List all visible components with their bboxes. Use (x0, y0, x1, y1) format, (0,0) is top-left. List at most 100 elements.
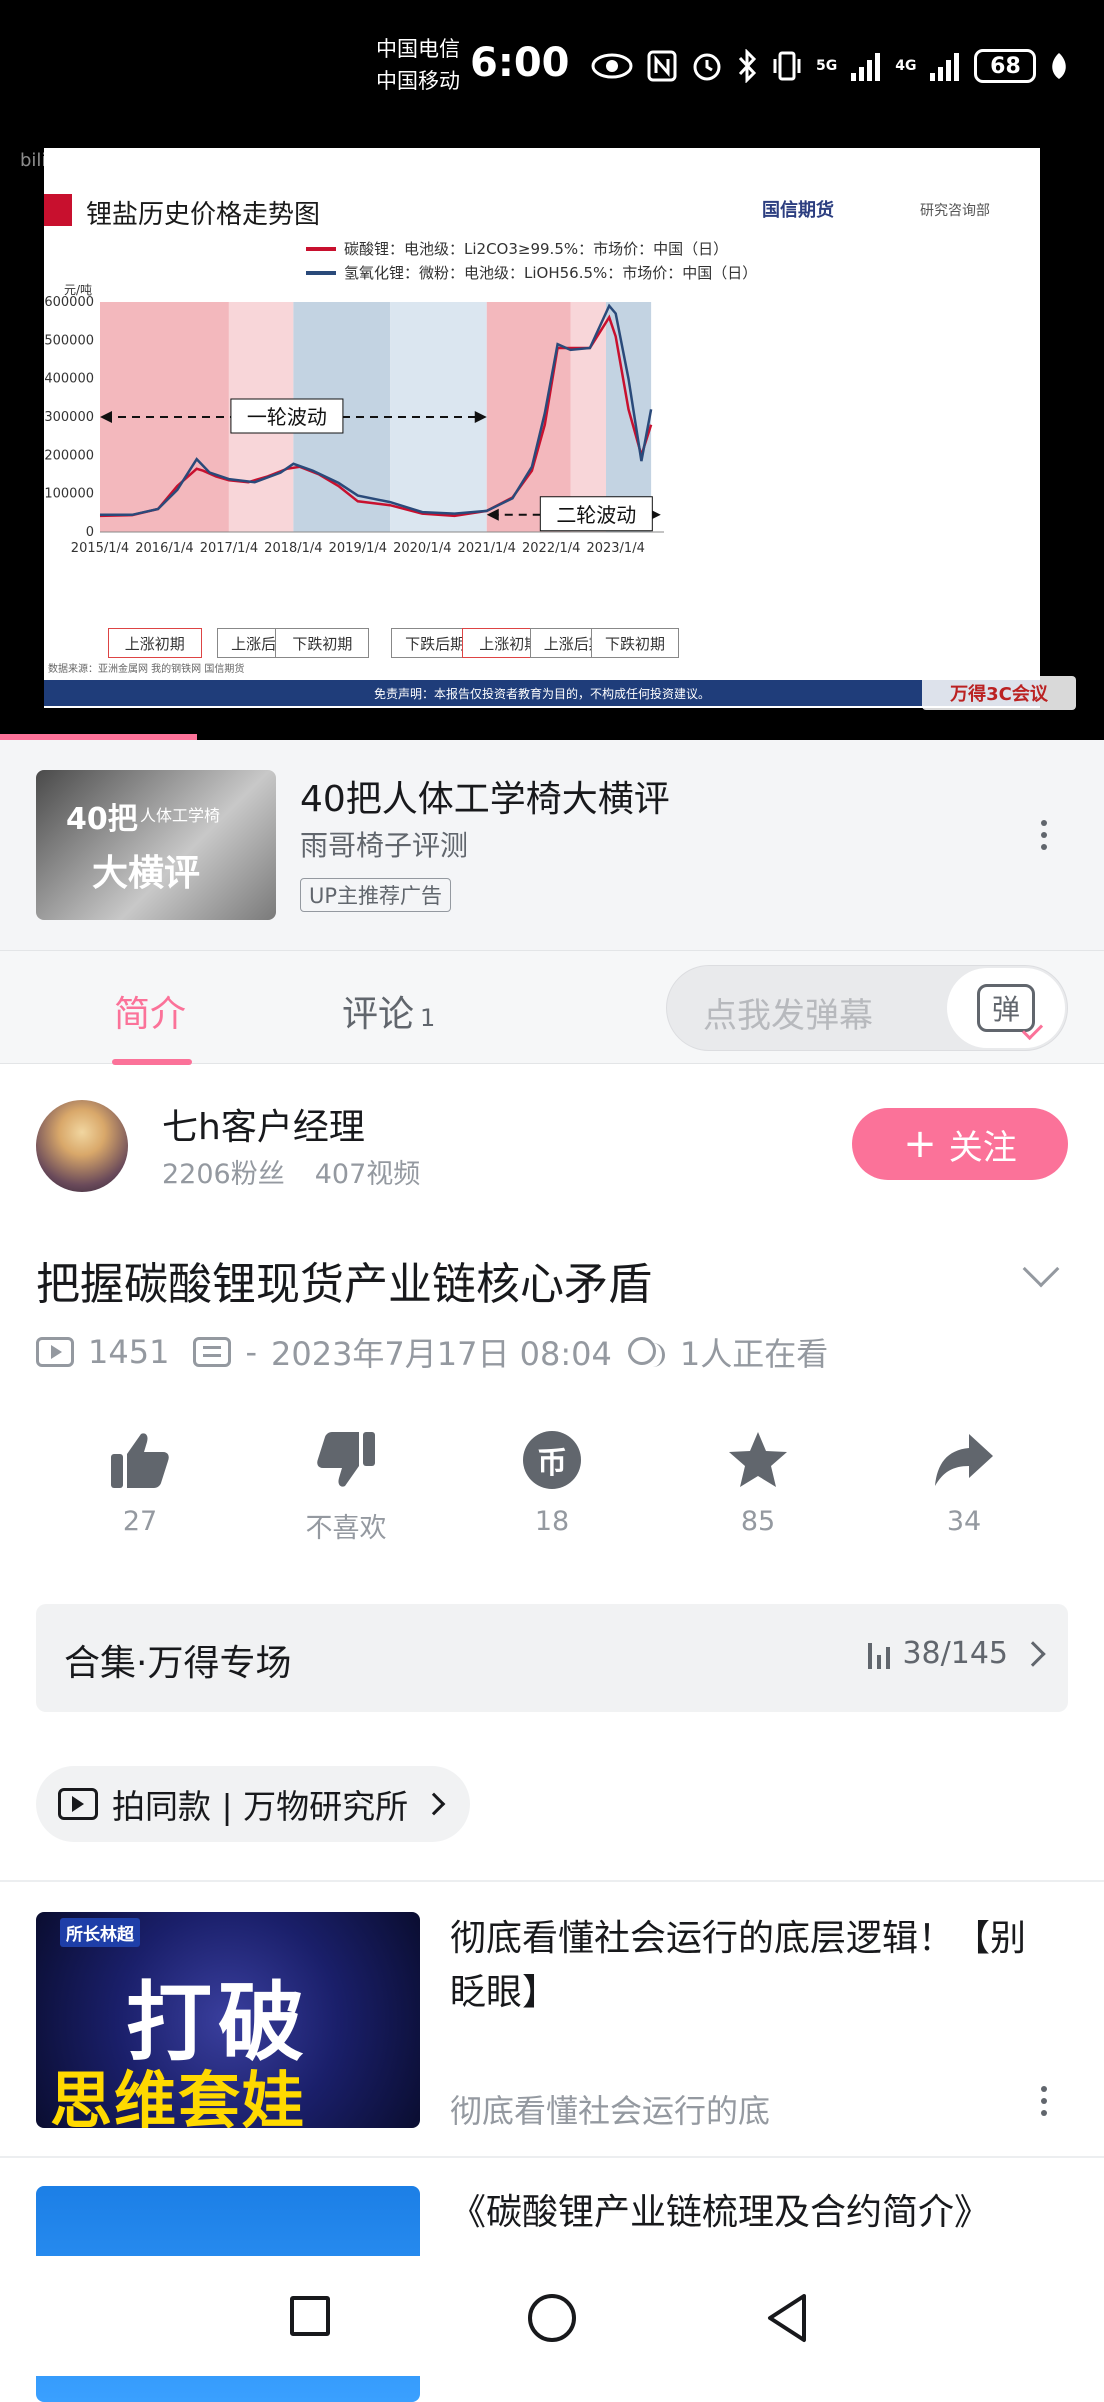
dislike-label: 不喜欢 (305, 1513, 387, 1544)
share-icon (932, 1428, 996, 1492)
like-button[interactable]: 27 (70, 1428, 210, 1537)
collection-progress: 38/145 (868, 1636, 1046, 1671)
signal-5g-label: 5G (816, 58, 838, 74)
status-icons: 5G 4G 68 (590, 46, 1070, 86)
thumb-channel-tag: 所长林超 (60, 1918, 140, 1947)
uploader-name[interactable]: 七h客户经理 (162, 1098, 365, 1150)
tab-intro[interactable]: 简介 (114, 985, 186, 1037)
viewers-icon (626, 1335, 666, 1369)
recent-apps-icon[interactable] (290, 2296, 330, 2336)
phase-label: 上涨初期 (107, 628, 202, 658)
company-dept: 研究咨询部 (920, 203, 990, 219)
signal-4g-label: 4G (895, 58, 917, 74)
ad-thumb-text: 人体工学椅 (140, 806, 221, 825)
carrier-2: 中国移动 (376, 69, 460, 93)
star-icon (726, 1428, 790, 1492)
thumbs-down-icon (314, 1428, 378, 1492)
carrier-1: 中国电信 (376, 37, 460, 61)
home-icon[interactable] (528, 2294, 576, 2342)
company-logo: 国信期货 (762, 200, 834, 221)
x-tick-label: 2020/1/4 (393, 541, 451, 556)
video-meta: 1451 - 2023年7月17日 08:04 1人正在看 (36, 1330, 828, 1374)
follow-button[interactable]: + 关注 (852, 1108, 1068, 1180)
more-options-icon[interactable] (1032, 2086, 1056, 2116)
coin-count: 18 (534, 1506, 570, 1537)
status-bar: 中国电信 中国移动 6:00 5G 4G 68 (0, 0, 1104, 130)
danmaku-input[interactable]: 点我发弹幕 弹 (666, 965, 1068, 1051)
nfc-icon (647, 50, 677, 82)
signal-bars-icon (851, 53, 881, 81)
fans-count: 2206粉丝 (162, 1159, 285, 1190)
share-button[interactable]: 34 (894, 1428, 1034, 1537)
tab-bar: 简介 评论 1 点我发弹幕 弹 (0, 950, 1104, 1065)
y-tick-label: 0 (86, 525, 94, 540)
dislike-button[interactable]: 不喜欢 (276, 1428, 416, 1545)
legend-item-li2co3: 碳酸锂：电池级：Li2CO3≥99.5%：市场价：中国（日） (306, 238, 728, 259)
coin-glyph: 币 (523, 1431, 581, 1489)
video-count: 407视频 (314, 1159, 421, 1190)
divider (0, 2156, 1104, 2158)
danmaku-toggle-button[interactable]: 弹 (947, 968, 1065, 1048)
ad-card[interactable]: 40把 人体工学椅 大横评 40把人体工学椅大横评 雨哥椅子评测 UP主推荐广告 (0, 740, 1104, 950)
disclaimer: 免责声明：本报告仅投资者教育为目的，不构成任何投资建议。 (44, 680, 1040, 706)
plus-icon: + (903, 1121, 937, 1167)
tab-comments-label: 评论 (342, 994, 415, 1035)
x-tick-label: 2022/1/4 (522, 541, 580, 556)
favorite-button[interactable]: 85 (688, 1428, 828, 1537)
tab-indicator (112, 1059, 192, 1065)
chevron-down-icon[interactable] (1022, 1250, 1060, 1288)
y-tick-label: 500000 (44, 333, 94, 348)
alarm-icon (693, 53, 721, 81)
y-tick-label: 200000 (44, 448, 94, 463)
video-title: 把握碳酸锂现货产业链核心矛盾 (36, 1259, 652, 1310)
chevron-right-icon (1020, 1640, 1046, 1667)
publish-date: 2023年7月17日 08:04 (270, 1335, 612, 1373)
vibrate-icon (773, 51, 801, 81)
watching-now: 1人正在看 (679, 1335, 829, 1373)
recommendation-subtitle: 彻底看懂社会运行的底 (450, 2092, 771, 2130)
y-tick-label: 300000 (44, 410, 94, 425)
collection-card[interactable]: 合集·万得专场 38/145 (36, 1604, 1068, 1712)
back-icon[interactable] (764, 2292, 812, 2344)
x-tick-label: 2021/1/4 (458, 541, 516, 556)
ad-badge: UP主推荐广告 (300, 878, 452, 912)
play-count-icon (36, 1337, 74, 1367)
more-options-icon[interactable] (1032, 820, 1056, 850)
x-tick-label: 2015/1/4 (71, 541, 129, 556)
data-source: 数据来源：亚洲金属网 我的钢铁网 国信期货 (48, 664, 245, 675)
y-tick-label: 600000 (44, 295, 94, 310)
video-player[interactable]: 中国电信 中国移动 6:00 5G 4G 68 bilibili 锂盐历史价格走… (0, 0, 1104, 740)
recommendation-title[interactable]: 《碳酸锂产业链梳理及合约简介》 (450, 2186, 1050, 2256)
collection-title: 合集·万得专场 (64, 1643, 292, 1684)
avatar[interactable] (36, 1100, 128, 1192)
phase-label: 下跌初期 (275, 628, 370, 658)
annotation-label: 二轮波动 (556, 503, 636, 527)
coin-button[interactable]: 币 18 (482, 1428, 622, 1537)
title-marker (44, 194, 72, 226)
battery-indicator: 68 (974, 49, 1037, 83)
episode-list-icon (868, 1639, 891, 1669)
y-tick-label: 400000 (44, 372, 94, 387)
x-tick-label: 2019/1/4 (329, 541, 387, 556)
ad-title[interactable]: 40把人体工学椅大横评 (300, 770, 670, 822)
ad-thumbnail[interactable]: 40把 人体工学椅 大横评 (36, 770, 276, 920)
shoot-same-style-button[interactable]: 拍同款 | 万物研究所 (36, 1766, 471, 1842)
like-count: 27 (122, 1506, 158, 1537)
share-count: 34 (946, 1506, 982, 1537)
view-count: 1451 (88, 1333, 170, 1371)
recommendation-thumbnail[interactable]: 所长林超 打破 思维套娃 (36, 1912, 420, 2128)
shoot-same-style-label: 拍同款 | 万物研究所 (112, 1787, 409, 1826)
thumb-subheadline: 思维套娃 (50, 2064, 307, 2128)
thumbs-up-icon (108, 1428, 172, 1492)
danmaku-count-icon (193, 1337, 232, 1367)
conference-badge: 万得3C会议 (922, 676, 1076, 710)
video-camera-icon (58, 1788, 98, 1820)
uploader-stats: 2206粉丝 407视频 (162, 1152, 420, 1191)
phase-label: 下跌初期 (590, 628, 679, 658)
y-tick-label: 100000 (44, 487, 94, 502)
video-frame-slide: 锂盐历史价格走势图 国信期货 研究咨询部 碳酸锂：电池级：Li2CO3≥99.5… (44, 148, 1040, 708)
tab-comments[interactable]: 评论 1 (342, 985, 435, 1037)
ad-author[interactable]: 雨哥椅子评测 (300, 824, 468, 864)
slide-title: 锂盐历史价格走势图 (86, 200, 321, 230)
recommendation-title[interactable]: 彻底看懂社会运行的底层逻辑！【别眨眼】 (450, 1912, 1050, 2020)
